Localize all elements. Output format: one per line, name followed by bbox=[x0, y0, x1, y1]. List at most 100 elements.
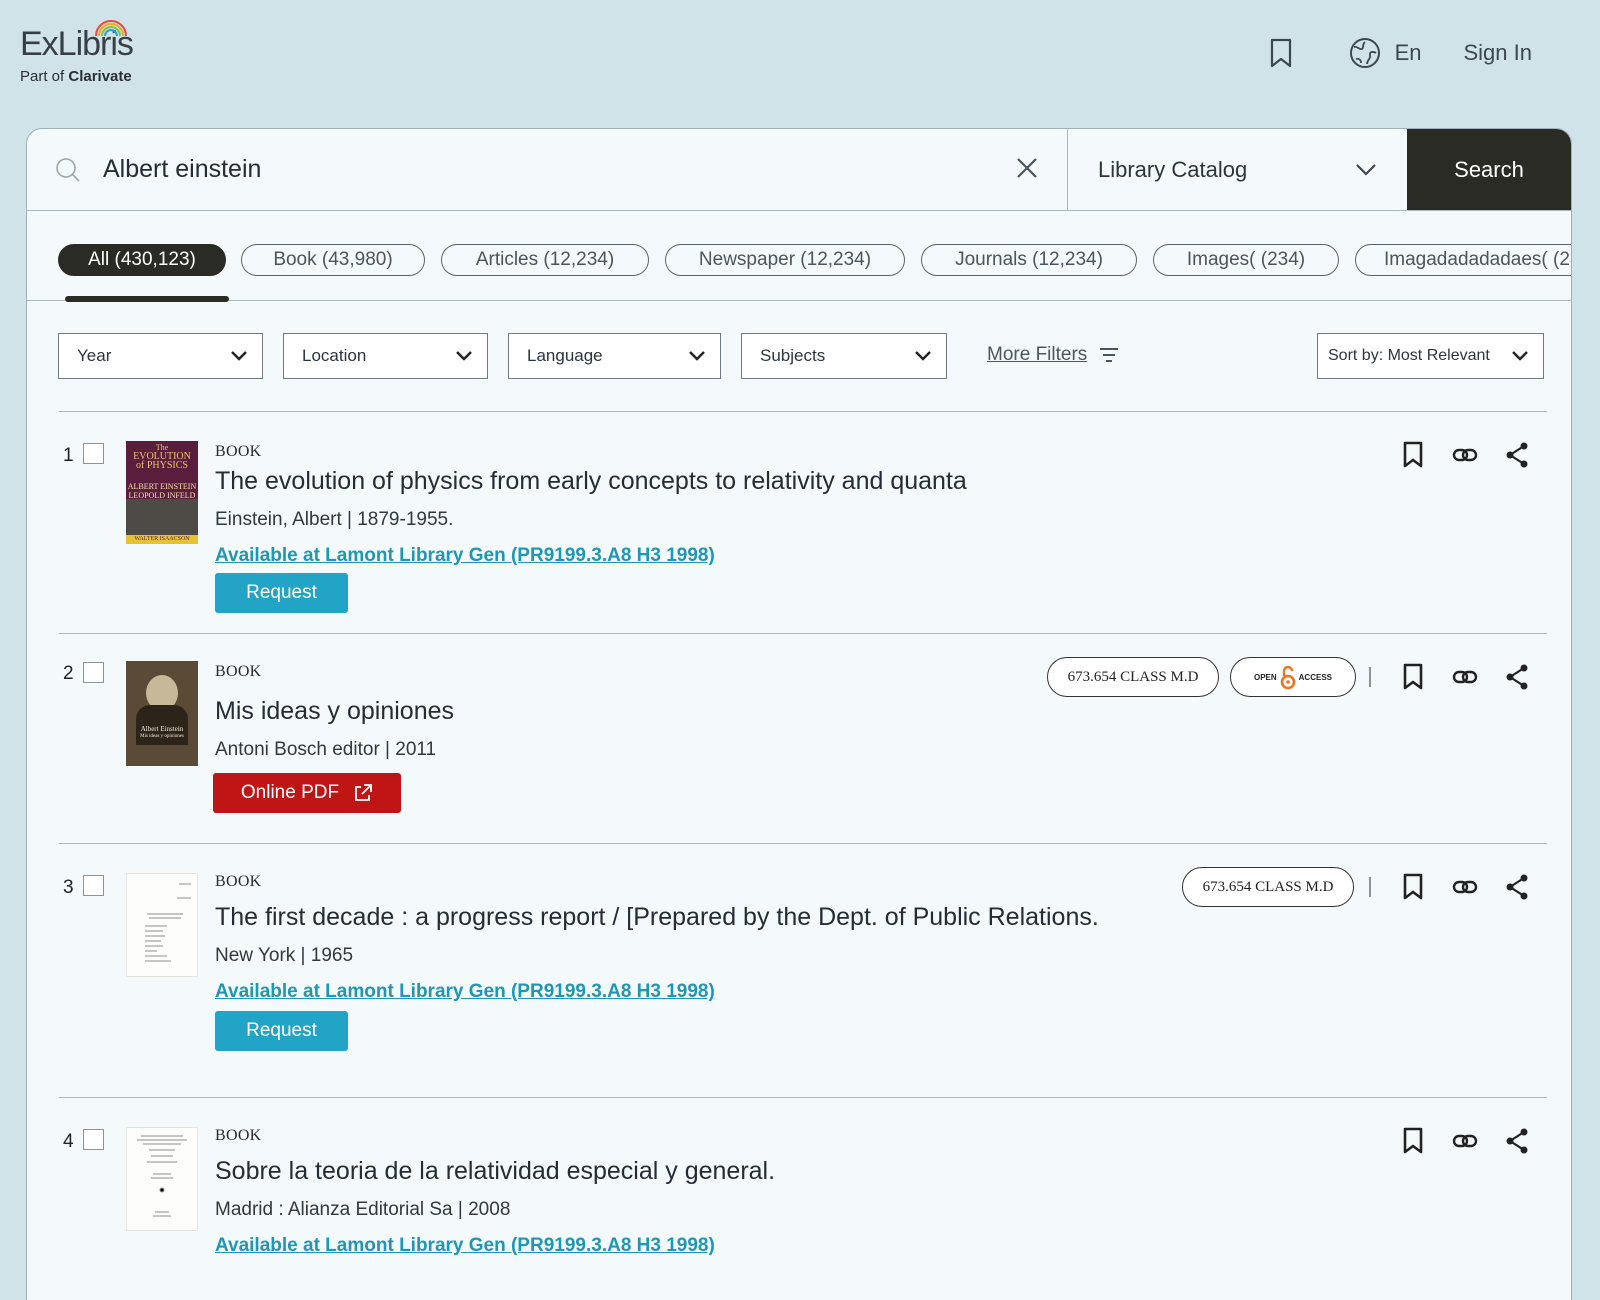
language-label: En bbox=[1394, 40, 1422, 65]
result-item: 1 The EVOLUTION of PHYSICS ALBERT EINSTE… bbox=[27, 411, 1571, 633]
result-item: 2 Albert Einstein Mis ideas y opiniones … bbox=[27, 633, 1571, 843]
share-icon[interactable] bbox=[1491, 874, 1543, 900]
document-lines-icon bbox=[145, 883, 191, 962]
result-select-checkbox[interactable] bbox=[83, 443, 104, 464]
search-input[interactable]: Albert einstein bbox=[27, 129, 1067, 210]
online-pdf-button[interactable]: Online PDF bbox=[213, 773, 401, 813]
cover-text: WALTER ISAACSON bbox=[126, 535, 198, 544]
call-number-badge: 673.654 CLASS M.D bbox=[1047, 657, 1219, 697]
cover-text: Albert Einstein bbox=[140, 725, 184, 733]
result-author-date: Madrid : Alianza Editorial Sa | 2008 bbox=[215, 1199, 511, 1220]
cover-text: of PHYSICS bbox=[136, 460, 188, 471]
sign-in-link[interactable]: Sign In bbox=[1464, 40, 1533, 66]
more-filters-button[interactable]: More Filters bbox=[987, 344, 1119, 366]
vertical-separator bbox=[1369, 667, 1371, 687]
bookmark-icon[interactable] bbox=[1387, 441, 1439, 469]
result-number: 2 bbox=[63, 663, 74, 684]
result-actions bbox=[1387, 873, 1543, 901]
tab-articles[interactable]: Articles (12,234) bbox=[441, 244, 649, 276]
result-title[interactable]: The evolution of physics from early conc… bbox=[215, 467, 967, 496]
document-page-thumbnail[interactable] bbox=[126, 1127, 198, 1231]
open-access-badge: OPEN ACCESS bbox=[1230, 657, 1356, 697]
tab-book[interactable]: Book (43,980) bbox=[241, 244, 425, 276]
more-filters-label: More Filters bbox=[987, 344, 1088, 365]
tab-images[interactable]: Images( (234) bbox=[1153, 244, 1339, 276]
result-select-checkbox[interactable] bbox=[83, 662, 104, 683]
result-number: 3 bbox=[63, 877, 74, 898]
cover-text: ALBERT EINSTEIN bbox=[127, 482, 197, 491]
document-lines-icon bbox=[137, 1135, 187, 1217]
filter-bar: Year Location Language Subjects More Fil… bbox=[27, 301, 1571, 409]
result-select-checkbox[interactable] bbox=[83, 1129, 104, 1150]
availability-link[interactable]: Available at Lamont Library Gen (PR9199.… bbox=[215, 1235, 715, 1257]
open-access-text: ACCESS bbox=[1298, 672, 1332, 682]
language-filter-label: Language bbox=[527, 346, 603, 365]
result-type: BOOK bbox=[215, 1127, 262, 1144]
year-filter-dropdown[interactable]: Year bbox=[58, 333, 263, 379]
location-filter-label: Location bbox=[302, 346, 367, 365]
exlibris-logo[interactable]: ExLibris Part of Clarivate bbox=[20, 20, 134, 85]
result-select-checkbox[interactable] bbox=[83, 875, 104, 896]
search-icon bbox=[56, 158, 80, 182]
search-button[interactable]: Search bbox=[1407, 129, 1571, 210]
result-actions bbox=[1387, 1127, 1543, 1155]
language-selector[interactable]: En bbox=[1349, 37, 1422, 69]
document-page-thumbnail[interactable] bbox=[126, 873, 198, 977]
year-filter-label: Year bbox=[77, 346, 112, 365]
bookmark-icon[interactable] bbox=[1387, 873, 1439, 901]
result-title[interactable]: Sobre la teoria de la relatividad especi… bbox=[215, 1157, 775, 1186]
link-icon[interactable] bbox=[1439, 1133, 1491, 1149]
result-actions bbox=[1387, 663, 1543, 691]
link-icon[interactable] bbox=[1439, 447, 1491, 463]
cover-photo bbox=[126, 499, 198, 535]
result-type: BOOK bbox=[215, 443, 262, 460]
share-icon[interactable] bbox=[1491, 664, 1543, 690]
book-cover-thumbnail[interactable]: Albert Einstein Mis ideas y opiniones bbox=[126, 661, 198, 766]
subjects-filter-dropdown[interactable]: Subjects bbox=[741, 333, 947, 379]
logo-wordmark: ExLibris bbox=[20, 20, 134, 64]
sort-label: Sort by: Most Relevant bbox=[1328, 347, 1490, 364]
tab-imagadadadadaes[interactable]: Imagadadadadaes( (234) bbox=[1355, 244, 1571, 276]
bookmark-icon[interactable] bbox=[1387, 1127, 1439, 1155]
availability-link[interactable]: Available at Lamont Library Gen (PR9199.… bbox=[215, 545, 715, 567]
result-number: 4 bbox=[63, 1131, 74, 1152]
open-lock-icon bbox=[1280, 665, 1295, 690]
online-pdf-label: Online PDF bbox=[240, 782, 340, 803]
search-scope-dropdown[interactable]: Library Catalog bbox=[1067, 129, 1407, 210]
logo-sub-prefix: Part of bbox=[20, 68, 65, 85]
result-title[interactable]: The first decade : a progress report / [… bbox=[215, 903, 1099, 932]
tab-newspaper[interactable]: Newspaper (12,234) bbox=[665, 244, 905, 276]
search-query-text: Albert einstein bbox=[103, 155, 262, 183]
availability-link[interactable]: Available at Lamont Library Gen (PR9199.… bbox=[215, 981, 715, 1003]
search-results-card: Albert einstein Library Catalog Search A… bbox=[26, 128, 1572, 1300]
result-type: BOOK bbox=[215, 663, 262, 680]
link-icon[interactable] bbox=[1439, 879, 1491, 895]
chevron-down-icon bbox=[231, 351, 247, 361]
chevron-down-icon bbox=[456, 351, 472, 361]
tab-all[interactable]: All (430,123) bbox=[58, 244, 226, 276]
sort-dropdown[interactable]: Sort by: Most Relevant bbox=[1317, 333, 1544, 379]
search-scope-label: Library Catalog bbox=[1098, 156, 1248, 182]
request-button[interactable]: Request bbox=[215, 573, 348, 613]
share-icon[interactable] bbox=[1491, 442, 1543, 468]
result-type: BOOK bbox=[215, 873, 262, 890]
clear-search-close-icon[interactable] bbox=[1015, 156, 1039, 180]
open-access-text: OPEN bbox=[1253, 672, 1277, 682]
vertical-separator bbox=[1369, 877, 1371, 897]
saved-items-bookmark-icon[interactable] bbox=[1269, 38, 1293, 68]
link-icon[interactable] bbox=[1439, 669, 1491, 685]
result-title[interactable]: Mis ideas y opiniones bbox=[215, 697, 454, 726]
result-author-date: New York | 1965 bbox=[215, 945, 354, 966]
header-actions: En Sign In bbox=[1269, 36, 1532, 70]
resource-type-tabs: All (430,123) Book (43,980) Articles (12… bbox=[27, 211, 1571, 302]
bookmark-icon[interactable] bbox=[1387, 663, 1439, 691]
chevron-down-icon bbox=[915, 351, 931, 361]
location-filter-dropdown[interactable]: Location bbox=[283, 333, 488, 379]
logo-sub-brand: Clarivate bbox=[68, 68, 132, 85]
request-button[interactable]: Request bbox=[215, 1011, 348, 1051]
chevron-down-icon bbox=[1356, 163, 1376, 176]
language-filter-dropdown[interactable]: Language bbox=[508, 333, 721, 379]
book-cover-thumbnail[interactable]: The EVOLUTION of PHYSICS ALBERT EINSTEIN… bbox=[126, 441, 198, 544]
share-icon[interactable] bbox=[1491, 1128, 1543, 1154]
tab-journals[interactable]: Journals (12,234) bbox=[921, 244, 1137, 276]
